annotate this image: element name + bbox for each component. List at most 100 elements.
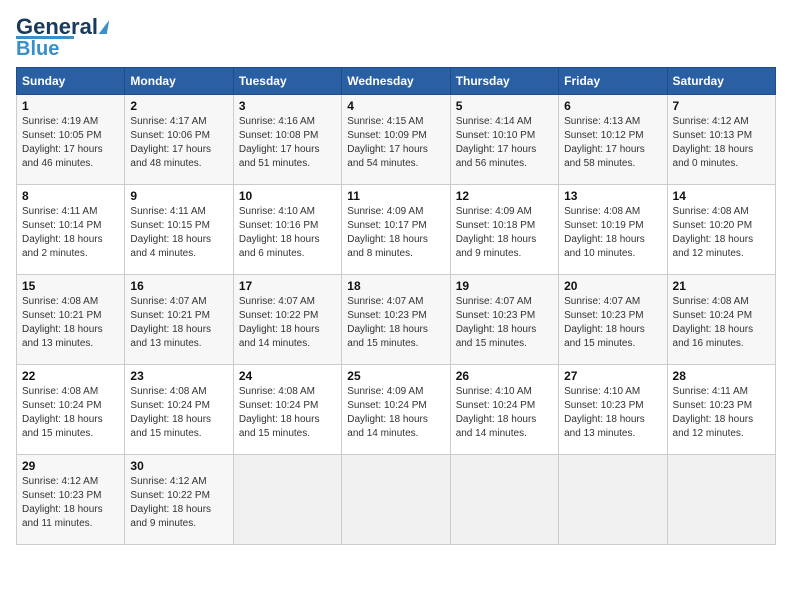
calendar-header-row: SundayMondayTuesdayWednesdayThursdayFrid… (17, 68, 776, 95)
day-of-week-header: Sunday (17, 68, 125, 95)
cell-content: Sunrise: 4:07 AMSunset: 10:23 PMDaylight… (347, 295, 444, 351)
day-number: 2 (130, 99, 227, 113)
calendar-cell: 16 Sunrise: 4:07 AMSunset: 10:21 PMDaylig… (125, 275, 233, 365)
calendar-cell: 3 Sunrise: 4:16 AMSunset: 10:08 PMDayligh… (233, 95, 341, 185)
calendar-cell: 26 Sunrise: 4:10 AMSunset: 10:24 PMDaylig… (450, 365, 558, 455)
cell-content: Sunrise: 4:11 AMSunset: 10:23 PMDaylight… (673, 385, 770, 441)
calendar-cell: 9 Sunrise: 4:11 AMSunset: 10:15 PMDayligh… (125, 185, 233, 275)
calendar-week-row: 15 Sunrise: 4:08 AMSunset: 10:21 PMDaylig… (17, 275, 776, 365)
cell-content: Sunrise: 4:14 AMSunset: 10:10 PMDaylight… (456, 115, 553, 171)
calendar-cell: 11 Sunrise: 4:09 AMSunset: 10:17 PMDaylig… (342, 185, 450, 275)
calendar-cell: 23 Sunrise: 4:08 AMSunset: 10:24 PMDaylig… (125, 365, 233, 455)
calendar-cell: 14 Sunrise: 4:08 AMSunset: 10:20 PMDaylig… (667, 185, 775, 275)
day-number: 9 (130, 189, 227, 203)
day-number: 20 (564, 279, 661, 293)
day-number: 15 (22, 279, 119, 293)
day-number: 13 (564, 189, 661, 203)
day-number: 8 (22, 189, 119, 203)
calendar-week-row: 29 Sunrise: 4:12 AMSunset: 10:23 PMDaylig… (17, 455, 776, 545)
day-number: 28 (673, 369, 770, 383)
cell-content: Sunrise: 4:16 AMSunset: 10:08 PMDaylight… (239, 115, 336, 171)
day-number: 24 (239, 369, 336, 383)
day-number: 12 (456, 189, 553, 203)
day-number: 17 (239, 279, 336, 293)
cell-content: Sunrise: 4:09 AMSunset: 10:18 PMDaylight… (456, 205, 553, 261)
cell-content: Sunrise: 4:11 AMSunset: 10:14 PMDaylight… (22, 205, 119, 261)
day-number: 11 (347, 189, 444, 203)
cell-content: Sunrise: 4:08 AMSunset: 10:21 PMDaylight… (22, 295, 119, 351)
calendar-week-row: 1 Sunrise: 4:19 AMSunset: 10:05 PMDayligh… (17, 95, 776, 185)
cell-content: Sunrise: 4:12 AMSunset: 10:23 PMDaylight… (22, 475, 119, 531)
calendar-cell: 10Sunrise: 4:10 AMSunset: 10:16 PMDaylig… (233, 185, 341, 275)
calendar-cell (667, 455, 775, 545)
cell-content: Sunrise: 4:15 AMSunset: 10:09 PMDaylight… (347, 115, 444, 171)
day-number: 5 (456, 99, 553, 113)
calendar-cell: 5 Sunrise: 4:14 AMSunset: 10:10 PMDayligh… (450, 95, 558, 185)
cell-content: Sunrise: 4:08 AMSunset: 10:20 PMDaylight… (673, 205, 770, 261)
calendar-cell (450, 455, 558, 545)
day-of-week-header: Wednesday (342, 68, 450, 95)
calendar-cell: 30Sunrise: 4:12 AMSunset: 10:22 PMDaylig… (125, 455, 233, 545)
calendar-table: SundayMondayTuesdayWednesdayThursdayFrid… (16, 67, 776, 545)
cell-content: Sunrise: 4:08 AMSunset: 10:24 PMDaylight… (130, 385, 227, 441)
calendar-cell: 17 Sunrise: 4:07 AMSunset: 10:22 PMDaylig… (233, 275, 341, 365)
calendar-cell: 19Sunrise: 4:07 AMSunset: 10:23 PMDaylig… (450, 275, 558, 365)
calendar-cell: 29 Sunrise: 4:12 AMSunset: 10:23 PMDaylig… (17, 455, 125, 545)
cell-content: Sunrise: 4:11 AMSunset: 10:15 PMDaylight… (130, 205, 227, 261)
calendar-cell: 28 Sunrise: 4:11 AMSunset: 10:23 PMDaylig… (667, 365, 775, 455)
logo: General Blue (16, 16, 108, 59)
day-number: 1 (22, 99, 119, 113)
cell-content: Sunrise: 4:12 AMSunset: 10:13 PMDaylight… (673, 115, 770, 171)
logo-blue: Blue (16, 39, 59, 59)
cell-content: Sunrise: 4:10 AMSunset: 10:24 PMDaylight… (456, 385, 553, 441)
day-number: 22 (22, 369, 119, 383)
cell-content: Sunrise: 4:10 AMSunset: 10:23 PMDaylight… (564, 385, 661, 441)
day-number: 3 (239, 99, 336, 113)
day-of-week-header: Thursday (450, 68, 558, 95)
day-number: 26 (456, 369, 553, 383)
day-number: 18 (347, 279, 444, 293)
cell-content: Sunrise: 4:07 AMSunset: 10:23 PMDaylight… (456, 295, 553, 351)
cell-content: Sunrise: 4:08 AMSunset: 10:24 PMDaylight… (673, 295, 770, 351)
day-of-week-header: Monday (125, 68, 233, 95)
cell-content: Sunrise: 4:08 AMSunset: 10:24 PMDaylight… (22, 385, 119, 441)
calendar-cell: 22 Sunrise: 4:08 AMSunset: 10:24 PMDaylig… (17, 365, 125, 455)
calendar-cell: 21 Sunrise: 4:08 AMSunset: 10:24 PMDaylig… (667, 275, 775, 365)
cell-content: Sunrise: 4:08 AMSunset: 10:24 PMDaylight… (239, 385, 336, 441)
calendar-cell: 24 Sunrise: 4:08 AMSunset: 10:24 PMDaylig… (233, 365, 341, 455)
calendar-week-row: 22 Sunrise: 4:08 AMSunset: 10:24 PMDaylig… (17, 365, 776, 455)
page-header: General Blue (16, 16, 776, 59)
calendar-cell: 8 Sunrise: 4:11 AMSunset: 10:14 PMDayligh… (17, 185, 125, 275)
calendar-cell: 1 Sunrise: 4:19 AMSunset: 10:05 PMDayligh… (17, 95, 125, 185)
logo-text: General (16, 16, 108, 38)
cell-content: Sunrise: 4:13 AMSunset: 10:12 PMDaylight… (564, 115, 661, 171)
day-of-week-header: Saturday (667, 68, 775, 95)
calendar-cell: 6 Sunrise: 4:13 AMSunset: 10:12 PMDayligh… (559, 95, 667, 185)
cell-content: Sunrise: 4:07 AMSunset: 10:21 PMDaylight… (130, 295, 227, 351)
calendar-cell: 27 Sunrise: 4:10 AMSunset: 10:23 PMDaylig… (559, 365, 667, 455)
calendar-cell (342, 455, 450, 545)
calendar-cell: 20 Sunrise: 4:07 AMSunset: 10:23 PMDaylig… (559, 275, 667, 365)
calendar-cell: 2 Sunrise: 4:17 AMSunset: 10:06 PMDayligh… (125, 95, 233, 185)
day-number: 27 (564, 369, 661, 383)
cell-content: Sunrise: 4:07 AMSunset: 10:23 PMDaylight… (564, 295, 661, 351)
day-number: 4 (347, 99, 444, 113)
cell-content: Sunrise: 4:09 AMSunset: 10:17 PMDaylight… (347, 205, 444, 261)
calendar-cell: 13 Sunrise: 4:08 AMSunset: 10:19 PMDaylig… (559, 185, 667, 275)
calendar-week-row: 8 Sunrise: 4:11 AMSunset: 10:14 PMDayligh… (17, 185, 776, 275)
cell-content: Sunrise: 4:10 AMSunset: 10:16 PMDaylight… (239, 205, 336, 261)
day-number: 16 (130, 279, 227, 293)
cell-content: Sunrise: 4:17 AMSunset: 10:06 PMDaylight… (130, 115, 227, 171)
day-number: 21 (673, 279, 770, 293)
day-of-week-header: Tuesday (233, 68, 341, 95)
calendar-cell: 15 Sunrise: 4:08 AMSunset: 10:21 PMDaylig… (17, 275, 125, 365)
cell-content: Sunrise: 4:19 AMSunset: 10:05 PMDaylight… (22, 115, 119, 171)
calendar-cell: 18 Sunrise: 4:07 AMSunset: 10:23 PMDaylig… (342, 275, 450, 365)
cell-content: Sunrise: 4:08 AMSunset: 10:19 PMDaylight… (564, 205, 661, 261)
day-number: 29 (22, 459, 119, 473)
cell-content: Sunrise: 4:07 AMSunset: 10:22 PMDaylight… (239, 295, 336, 351)
day-number: 23 (130, 369, 227, 383)
day-number: 7 (673, 99, 770, 113)
day-number: 6 (564, 99, 661, 113)
day-number: 14 (673, 189, 770, 203)
